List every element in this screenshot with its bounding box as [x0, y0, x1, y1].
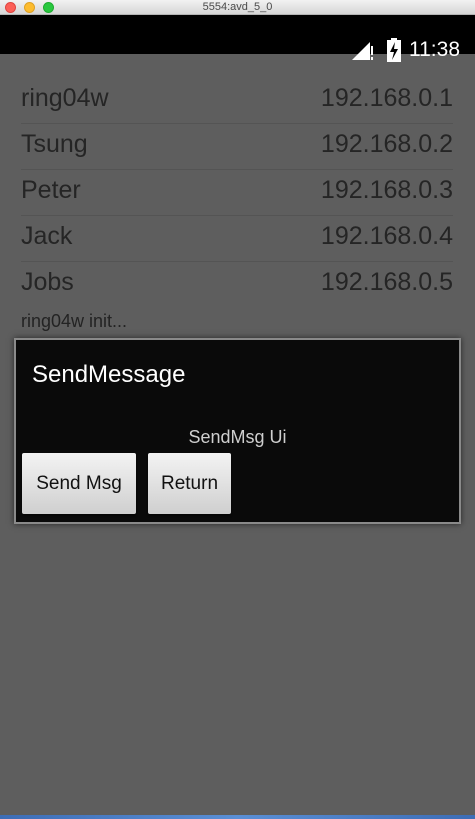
device-ip: 192.168.0.1: [320, 84, 453, 112]
status-clock: 11:38: [409, 38, 460, 61]
list-item[interactable]: ring04w 192.168.0.1: [21, 76, 453, 122]
device-ip: 192.168.0.5: [320, 268, 453, 296]
device-name: Tsung: [21, 130, 88, 158]
device-ip: 192.168.0.3: [320, 176, 453, 204]
list-item[interactable]: Tsung 192.168.0.2: [21, 122, 453, 168]
device-ip: 192.168.0.2: [320, 130, 453, 158]
dialog-title: SendMessage: [32, 361, 186, 388]
battery-charging-icon: [387, 38, 401, 62]
window-title: 5554:avd_5_0: [202, 1, 273, 13]
device-name: ring04w: [21, 84, 109, 112]
device-name: Peter: [21, 176, 81, 204]
init-status-text: ring04w init...: [21, 311, 128, 331]
window-bottom-edge: [0, 815, 475, 819]
list-item[interactable]: Jobs 192.168.0.5: [21, 260, 453, 306]
list-item[interactable]: Jack 192.168.0.4: [21, 214, 453, 260]
device-ip: 192.168.0.4: [320, 222, 453, 250]
send-msg-button[interactable]: Send Msg: [22, 453, 136, 514]
dialog-message: SendMsg Ui: [188, 427, 287, 447]
return-button[interactable]: Return: [148, 453, 231, 514]
signal-icon: [352, 42, 373, 60]
list-item[interactable]: Peter 192.168.0.3: [21, 168, 453, 214]
android-status-bar: 11:38: [0, 15, 475, 62]
send-message-dialog: SendMessage SendMsg Ui Send Msg Return: [14, 338, 461, 524]
device-name: Jack: [21, 222, 73, 250]
device-name: Jobs: [21, 268, 74, 296]
window-title-bar: 5554:avd_5_0: [0, 0, 475, 15]
